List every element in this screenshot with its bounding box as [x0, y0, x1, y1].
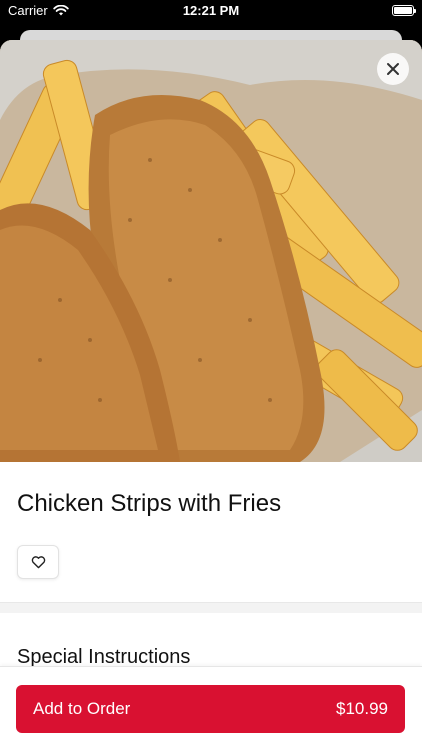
favorite-button[interactable]	[17, 545, 59, 579]
item-title: Chicken Strips with Fries	[17, 490, 282, 517]
section-divider	[0, 602, 422, 613]
order-price: $10.99	[336, 699, 388, 718]
status-time: 12:21 PM	[182, 3, 240, 18]
add-to-order-label: Add to Order	[33, 699, 131, 718]
heart-icon	[31, 556, 45, 569]
add-to-order-button[interactable]: Add to Order $10.99	[16, 685, 405, 733]
status-bar: Carrier 12:21 PM	[0, 0, 422, 22]
item-detail-sheet: Chicken Strips with Fries Special Instru…	[0, 40, 422, 750]
bottom-action-bar: Add to Order $10.99	[0, 666, 422, 750]
close-icon	[387, 63, 399, 75]
close-button[interactable]	[377, 53, 409, 85]
battery-icon	[392, 5, 416, 16]
item-photo	[0, 40, 422, 462]
